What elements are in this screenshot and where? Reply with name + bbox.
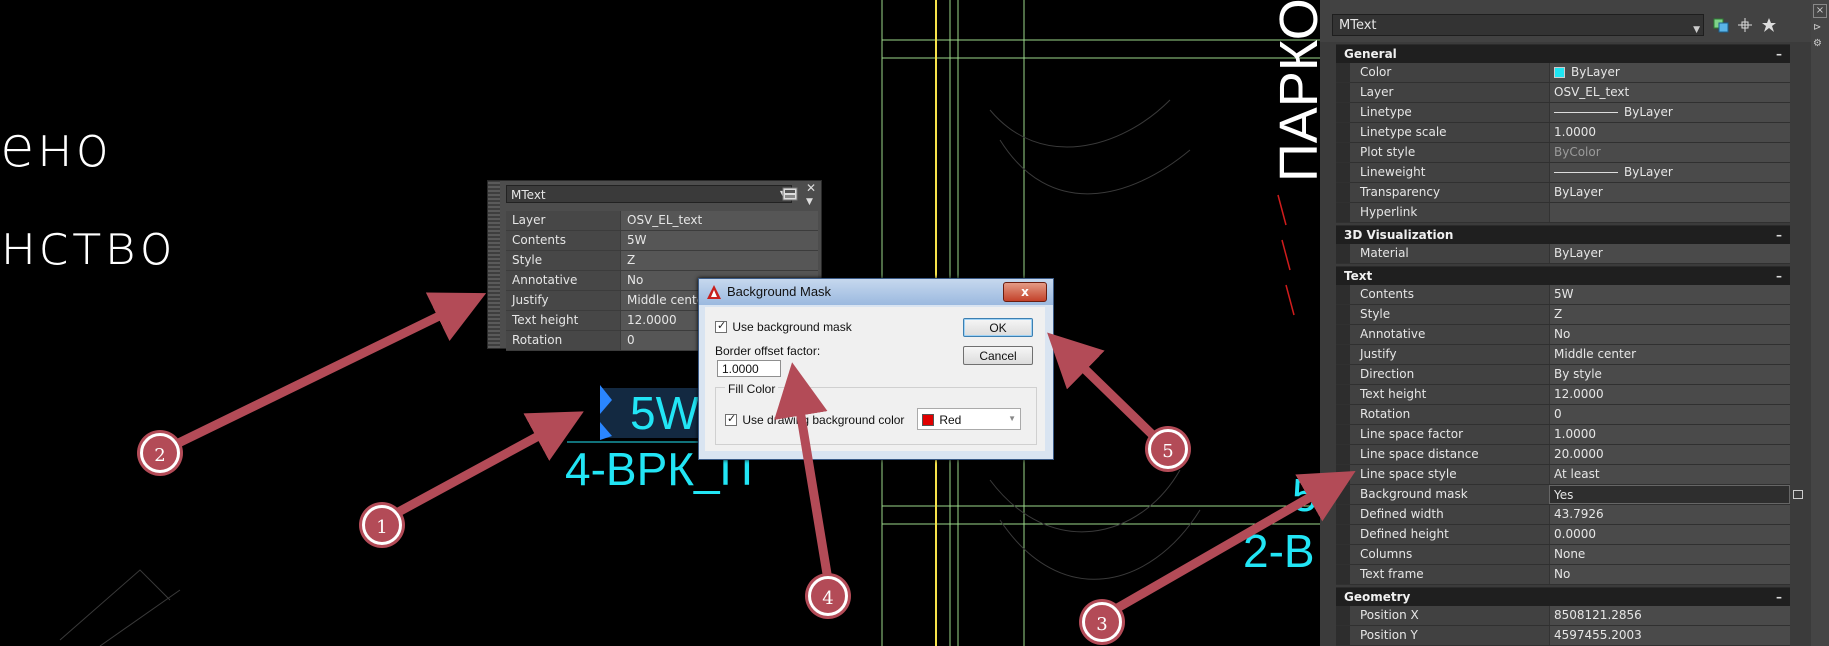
callout-5: 5: [1148, 429, 1188, 469]
callout-arrows: [153, 292, 1356, 623]
callout-3: 3: [1082, 602, 1122, 642]
drawing-canvas[interactable]: ено нство 5W 4-ВРК_П 5 2-В ПАРКО MText ▼…: [0, 0, 1829, 646]
callout-2: 2: [140, 433, 180, 473]
callout-1: 1: [362, 505, 402, 545]
callout-4: 4: [808, 576, 848, 616]
